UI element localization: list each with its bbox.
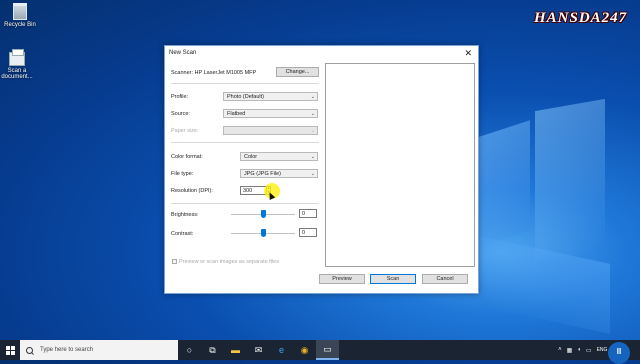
color-format-select[interactable]: Color ⌄ (240, 152, 318, 161)
edge-browser-icon[interactable]: e (270, 340, 293, 360)
scan-button[interactable]: Scan (370, 274, 416, 284)
network-icon[interactable]: ▦ (567, 347, 573, 354)
paper-size-label: Paper size: (171, 128, 199, 134)
chevron-down-icon: ⌄ (310, 154, 315, 160)
desktop-icon-label: Recycle Bin (4, 22, 36, 28)
separate-files-checkbox[interactable] (172, 259, 177, 264)
separate-files-label: Preview or scan images as separate files (179, 259, 279, 265)
scanner-label: Scanner: HP LaserJet M1005 MFP (171, 70, 257, 76)
wallpaper-light-beam (535, 98, 605, 262)
file-type-value: JPG (JPG File) (244, 171, 281, 177)
change-scanner-button[interactable]: Change... (276, 67, 319, 77)
chevron-up-icon[interactable]: ˄ (558, 347, 562, 353)
source-value: Flatbed (227, 111, 246, 117)
contrast-input[interactable]: 0 (299, 228, 317, 237)
brightness-slider-thumb[interactable] (261, 210, 266, 218)
divider (171, 142, 319, 143)
taskbar: Type here to search ○ ⧉ ▬ ✉ e ◉ ▭ ˄ ▦ ◖ … (0, 340, 640, 360)
desktop-icon-label: Scan a document... (1, 68, 33, 80)
windows-logo-icon (5, 345, 15, 355)
file-type-label: File type: (171, 171, 194, 177)
language-indicator[interactable]: ENG (597, 347, 608, 353)
brightness-label: Brightness: (171, 212, 199, 218)
contrast-slider-thumb[interactable] (261, 229, 266, 237)
search-placeholder: Type here to search (40, 347, 94, 353)
color-format-value: Color (244, 154, 258, 160)
chevron-down-icon: ⌄ (310, 128, 315, 134)
preview-button[interactable]: Preview (319, 274, 365, 284)
resolution-label: Resolution (DPI): (171, 188, 213, 194)
source-label: Source: (171, 111, 190, 117)
battery-icon[interactable]: ▭ (586, 347, 592, 354)
color-format-label: Color format: (171, 154, 203, 160)
search-icon (26, 346, 33, 354)
chevron-down-icon: ⌄ (310, 111, 315, 117)
pause-icon[interactable]: II (608, 342, 630, 364)
scanner-icon (9, 49, 25, 66)
chrome-browser-icon[interactable]: ◉ (293, 340, 316, 360)
wallpaper-light-beam (480, 236, 610, 334)
brightness-input[interactable]: 0 (299, 209, 317, 218)
profile-select[interactable]: Photo (Default) ⌄ (223, 92, 318, 101)
chevron-down-icon: ⌄ (310, 171, 315, 177)
windows-fax-and-scan-icon[interactable]: ▭ (316, 340, 339, 360)
file-explorer-icon[interactable]: ▬ (224, 340, 247, 360)
divider (171, 203, 319, 204)
paper-size-select: ⌄ (223, 126, 318, 135)
recycle-bin-icon (13, 3, 27, 20)
dialog-title: New Scan (169, 50, 197, 56)
source-select[interactable]: Flatbed ⌄ (223, 109, 318, 118)
start-button[interactable] (0, 340, 20, 360)
file-type-select[interactable]: JPG (JPG File) ⌄ (240, 169, 318, 178)
close-icon[interactable]: ✕ (464, 48, 472, 58)
watermark-text: HANSDA247 (534, 10, 628, 26)
taskbar-search-box[interactable]: Type here to search (20, 340, 178, 360)
scan-preview-area (325, 63, 475, 267)
desktop-icon-recycle-bin[interactable]: Recycle Bin (0, 3, 40, 28)
divider (171, 83, 319, 84)
volume-icon[interactable]: ◖ (577, 347, 581, 353)
chevron-down-icon: ⌄ (310, 94, 315, 100)
new-scan-dialog: New Scan ✕ Scanner: HP LaserJet M1005 MF… (164, 45, 479, 294)
dialog-titlebar[interactable]: New Scan ✕ (165, 46, 478, 60)
cortana-icon[interactable]: ○ (178, 340, 201, 360)
desktop-icon-scan-document[interactable]: Scan a document... (0, 49, 37, 80)
contrast-label: Contrast: (171, 231, 194, 237)
wallpaper-light-beam (470, 120, 530, 250)
cancel-button[interactable]: Cancel (422, 274, 468, 284)
task-view-icon[interactable]: ⧉ (201, 340, 224, 360)
profile-value: Photo (Default) (227, 94, 264, 100)
profile-label: Profile: (171, 94, 189, 100)
mail-icon[interactable]: ✉ (247, 340, 270, 360)
